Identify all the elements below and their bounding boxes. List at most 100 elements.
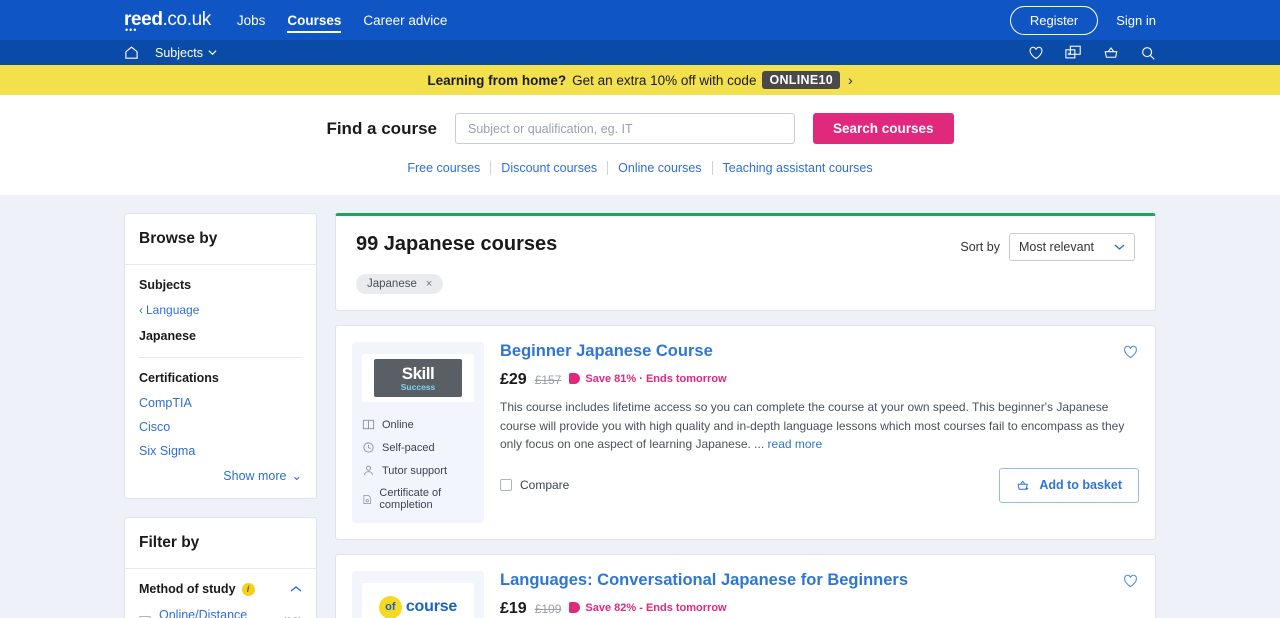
course-title-link[interactable]: Beginner Japanese Course: [500, 342, 1139, 361]
chip-label: Japanese: [367, 278, 417, 290]
subjects-menu[interactable]: Subjects: [155, 46, 217, 60]
course-card[interactable]: Skill Success Online Self-paced Tutor su…: [335, 325, 1156, 540]
tag-icon: [569, 602, 581, 613]
search-courses-button[interactable]: Search courses: [812, 113, 954, 144]
course-title-link[interactable]: Languages: Conversational Japanese for B…: [500, 571, 1139, 590]
favourites-icon[interactable]: [1028, 45, 1044, 61]
course-description: This course includes lifetime access so …: [500, 398, 1139, 454]
find-a-course-label: Find a course: [326, 118, 437, 138]
filter-by-panel: Filter by Method of study i Online/Dista…: [124, 517, 317, 618]
filter-by-title: Filter by: [125, 518, 316, 569]
checkbox-icon[interactable]: [500, 479, 512, 492]
quick-link-free-courses[interactable]: Free courses: [397, 161, 492, 175]
provider-logo-word: course: [405, 598, 458, 615]
basket-icon[interactable]: [1103, 45, 1119, 61]
course-meta-label: Self-paced: [382, 441, 435, 454]
course-card[interactable]: of course Online 30 Hours · Self-paced T…: [335, 554, 1156, 618]
promo-banner[interactable]: Learning from home? Get an extra 10% off…: [0, 65, 1280, 95]
clock-icon: [363, 442, 374, 453]
primary-navbar: reed.co.uk ••• Jobs Courses Career advic…: [0, 0, 1280, 40]
tag-icon: [569, 373, 581, 384]
logo-rest-text: .co.uk: [162, 9, 212, 30]
logo-dots: •••: [125, 25, 138, 35]
add-to-basket-label: Add to basket: [1039, 478, 1122, 493]
quick-link-online-courses[interactable]: Online courses: [608, 161, 713, 175]
sort-by-label: Sort by: [960, 240, 1000, 254]
course-meta-self-paced: Self-paced: [362, 441, 474, 454]
secondary-navbar: Subjects: [0, 40, 1280, 65]
browse-by-panel: Browse by Subjects ‹ Language Japanese Ce…: [124, 213, 317, 499]
compare-icon[interactable]: [1065, 45, 1082, 60]
results-header-panel: 99 Japanese courses Sort by Most relevan…: [335, 213, 1156, 311]
chevron-down-icon: [208, 50, 217, 56]
favourite-heart-icon[interactable]: [1122, 573, 1139, 589]
course-meta-label: Online: [382, 418, 414, 431]
browse-by-title: Browse by: [125, 214, 316, 265]
promo-rest-text: Get an extra 10% off with code: [572, 72, 757, 88]
certificate-icon: [363, 494, 371, 504]
basket-plus-icon: [1017, 480, 1029, 490]
course-aside: of course Online 30 Hours · Self-paced T…: [352, 571, 484, 618]
provider-logo-top-text: Skill: [401, 363, 435, 383]
back-link-label: Language: [146, 303, 200, 317]
course-save-badge: Save 81% · Ends tomorrow: [569, 372, 727, 385]
course-save-text: Save 81% · Ends tomorrow: [585, 372, 727, 385]
quick-link-teaching-assistant-courses[interactable]: Teaching assistant courses: [713, 161, 883, 175]
course-save-text: Save 82% - Ends tomorrow: [585, 601, 727, 614]
filter-option-label: Online/Distance learning: [159, 608, 248, 618]
chevron-down-icon: ⌄: [291, 469, 302, 483]
sidebar: Browse by Subjects ‹ Language Japanese Ce…: [124, 213, 317, 618]
skill-success-logo: Skill Success: [362, 354, 474, 402]
chevron-up-icon[interactable]: [290, 585, 302, 593]
course-search-hero: Find a course Search courses Free course…: [0, 95, 1280, 195]
active-filter-chip-japanese[interactable]: Japanese ×: [356, 274, 444, 294]
filter-option-online-distance-learning[interactable]: Online/Distance learning (98): [139, 608, 302, 618]
read-more-link[interactable]: read more: [768, 437, 823, 451]
filter-group-method-of-study[interactable]: Method of study i: [139, 582, 302, 596]
sidebar-item-cisco[interactable]: Cisco: [139, 420, 302, 434]
info-icon[interactable]: i: [241, 582, 255, 596]
course-search-input[interactable]: [454, 113, 795, 144]
search-icon[interactable]: [1140, 45, 1156, 61]
show-more-label: Show more: [223, 469, 287, 483]
filter-group-label: Method of study: [139, 582, 236, 596]
course-meta-tutor-support: Tutor support: [362, 464, 474, 477]
close-icon[interactable]: ×: [426, 278, 432, 290]
results-column: 99 Japanese courses Sort by Most relevan…: [335, 213, 1156, 618]
course-meta-label: Tutor support: [382, 464, 448, 477]
register-button[interactable]: Register: [1009, 5, 1099, 35]
chevron-left-icon: ‹: [139, 303, 143, 317]
add-to-basket-button[interactable]: Add to basket: [999, 467, 1139, 503]
sidebar-item-six-sigma[interactable]: Six Sigma: [139, 444, 302, 458]
course-price-current: £29: [500, 371, 527, 388]
course-save-badge: Save 82% - Ends tomorrow: [569, 601, 727, 614]
of-course-logo: of course: [362, 583, 474, 618]
nav-link-courses[interactable]: Courses: [287, 0, 342, 40]
sign-in-link[interactable]: Sign in: [1116, 13, 1156, 28]
quick-links: Free courses Discount courses Online cou…: [0, 161, 1280, 175]
favourite-heart-icon[interactable]: [1122, 344, 1139, 360]
nav-link-jobs[interactable]: Jobs: [237, 0, 266, 40]
promo-code-badge: ONLINE10: [762, 71, 840, 89]
compare-checkbox[interactable]: Compare: [500, 478, 569, 492]
quick-link-discount-courses[interactable]: Discount courses: [491, 161, 609, 175]
page-content: Browse by Subjects ‹ Language Japanese Ce…: [124, 195, 1156, 618]
certifications-heading: Certifications: [139, 371, 219, 385]
chevron-right-icon: ›: [847, 72, 853, 88]
main-nav-links: Jobs Courses Career advice: [237, 0, 447, 40]
book-icon: [362, 419, 375, 430]
nav-link-career-advice[interactable]: Career advice: [363, 0, 447, 40]
results-title: 99 Japanese courses: [356, 233, 558, 255]
sidebar-item-comptia[interactable]: CompTIA: [139, 396, 302, 410]
sidebar-divider: [139, 357, 302, 358]
subjects-label: Subjects: [155, 45, 203, 60]
course-price-original: £157: [534, 373, 562, 387]
home-icon[interactable]: [124, 45, 139, 60]
sort-by-select[interactable]: Most relevant: [1008, 233, 1135, 261]
provider-logo-bottom-text: Success: [400, 381, 436, 392]
reed-logo[interactable]: reed.co.uk •••: [124, 9, 212, 35]
sidebar-back-to-language[interactable]: ‹ Language: [139, 303, 302, 317]
show-more-button[interactable]: Show more ⌄: [139, 468, 302, 483]
course-meta-certificate: Certificate of completion: [362, 487, 474, 511]
course-price-current: £19: [500, 600, 527, 617]
